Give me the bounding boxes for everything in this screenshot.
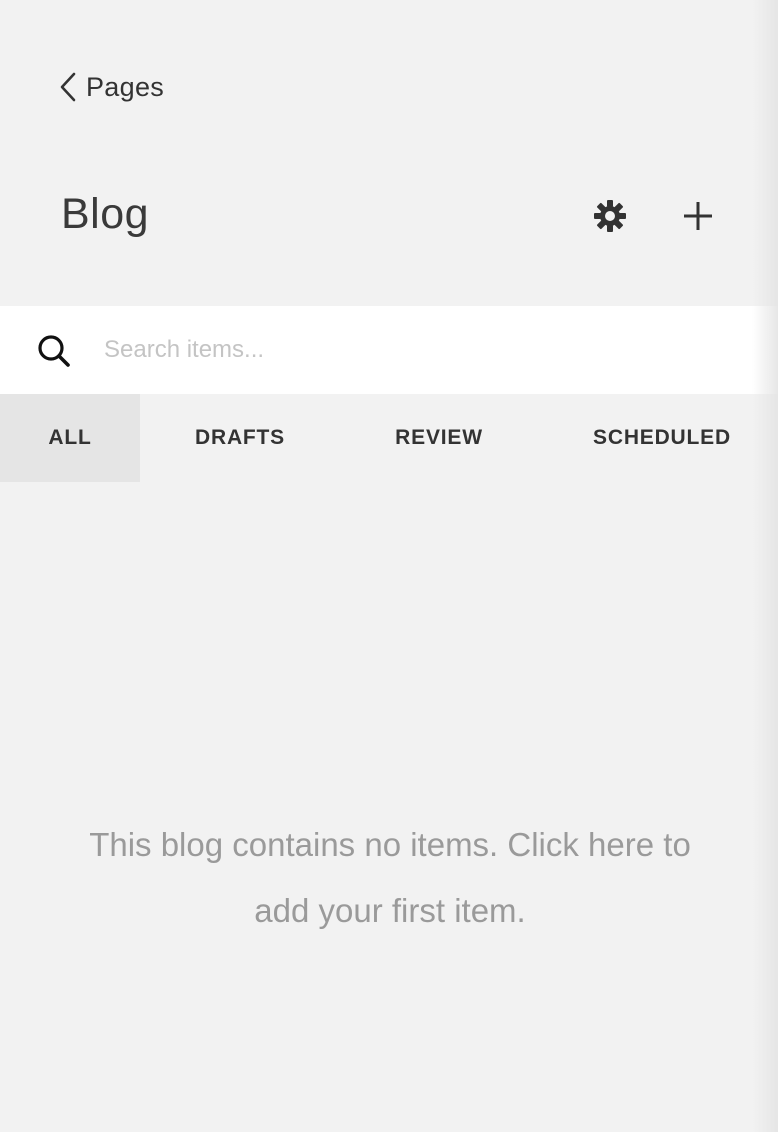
chevron-left-icon — [58, 71, 78, 103]
scroll-edge-shadow — [752, 0, 778, 1132]
gear-icon — [592, 198, 628, 239]
back-link-label: Pages — [86, 71, 165, 102]
tab-drafts[interactable]: DRAFTS — [140, 394, 340, 482]
add-item-button[interactable] — [676, 196, 720, 240]
empty-state-message[interactable]: This blog contains no items. Click here … — [60, 812, 720, 944]
blog-panel: Pages Blog Search items... ALL DRAFTS RE… — [0, 0, 778, 1132]
search-input[interactable] — [104, 330, 704, 370]
page-title: Blog — [61, 190, 150, 238]
tab-all[interactable]: ALL — [0, 394, 140, 482]
tab-review[interactable]: REVIEW — [340, 394, 538, 482]
search-icon — [36, 333, 72, 369]
search-bar — [0, 306, 778, 394]
settings-button[interactable] — [588, 196, 632, 240]
tab-scheduled[interactable]: SCHEDULED — [538, 394, 778, 482]
filter-tabs: ALL DRAFTS REVIEW SCHEDULED — [0, 394, 778, 482]
back-to-pages-link[interactable]: Pages — [58, 68, 164, 106]
plus-icon — [681, 199, 715, 238]
